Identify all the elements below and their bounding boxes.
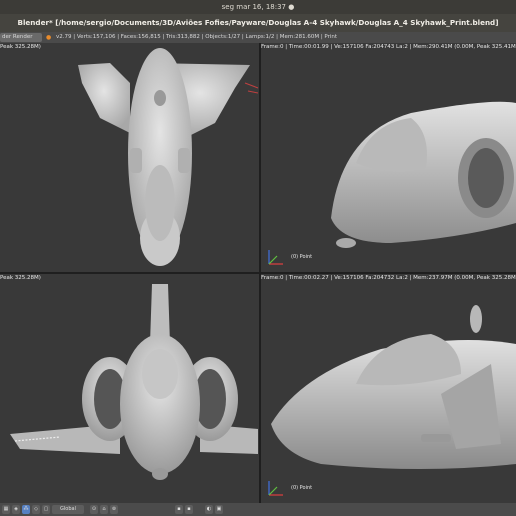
canopy	[145, 165, 175, 241]
intake-mesh	[468, 148, 504, 208]
object-label: (0) Point	[291, 485, 313, 491]
system-clock[interactable]: seg mar 16, 18:37 ●	[222, 3, 295, 11]
window-title: Blender* [/home/sergio/Documents/3D/Aviõ…	[17, 18, 499, 27]
aircraft-front-view	[10, 284, 258, 480]
axis-gizmo-icon	[268, 481, 283, 496]
aircraft-top-view	[78, 48, 259, 266]
edge-mode-icon[interactable]: ◇	[32, 505, 40, 514]
render-icon[interactable]: ◐	[205, 505, 213, 514]
pylon	[421, 434, 451, 442]
blender-logo-icon: ●	[46, 34, 52, 41]
view-menu-icon[interactable]: ▦	[2, 505, 10, 514]
aircraft-side-view	[271, 305, 516, 469]
viewport-bottom-right[interactable]: Frame:0 | Time:00:02.27 | Ve:157106 Fa:2…	[261, 274, 516, 503]
nose-gear	[152, 468, 168, 480]
layer-1-icon[interactable]: ▪	[175, 505, 183, 514]
canopy	[356, 118, 427, 172]
proportional-edit-icon[interactable]: ⊚	[110, 505, 118, 514]
object-label: (0) Point	[291, 254, 313, 260]
window-title-bar: Blender* [/home/sergio/Documents/3D/Aviõ…	[0, 14, 516, 32]
system-top-bar: seg mar 16, 18:37 ●	[0, 0, 516, 14]
layer-2-icon[interactable]: ▪	[185, 505, 193, 514]
scene-stats: v2.79 | Verts:157,106 | Faces:156,815 | …	[56, 34, 338, 40]
viewport-toolbar: ▦ ◈ ⁂ ◇ ▢ Global ⊙ ⌂ ⊚ ▪ ▪ ◐ ▣	[0, 503, 516, 516]
snap-icon[interactable]: ⌂	[100, 505, 108, 514]
canopy	[142, 349, 178, 399]
render-engine-select[interactable]: der Render	[0, 33, 42, 42]
axis-gizmo-icon	[268, 250, 283, 265]
viewport-top-right[interactable]: Frame:0 | Time:00:01.99 | Ve:157106 Fa:2…	[261, 43, 516, 272]
select-mode-icon[interactable]: ◈	[12, 505, 20, 514]
orientation-select[interactable]: Global	[52, 505, 84, 514]
nose-gear	[336, 238, 356, 248]
viewport-divider-horizontal[interactable]	[0, 272, 516, 274]
pivot-icon[interactable]: ⊙	[90, 505, 98, 514]
camera-icon[interactable]: ▣	[215, 505, 223, 514]
info-header: der Render ● v2.79 | Verts:157,106 | Fac…	[0, 32, 516, 43]
aircraft-front-side-view	[331, 101, 516, 248]
viewport-bottom-left[interactable]: Peak 325.28M)	[0, 274, 259, 503]
vertex-mode-icon[interactable]: ⁂	[22, 505, 30, 514]
face-mode-icon[interactable]: ▢	[42, 505, 50, 514]
viewport-top-left[interactable]: Peak 325.28M)	[0, 43, 259, 272]
left-wing	[78, 63, 130, 133]
